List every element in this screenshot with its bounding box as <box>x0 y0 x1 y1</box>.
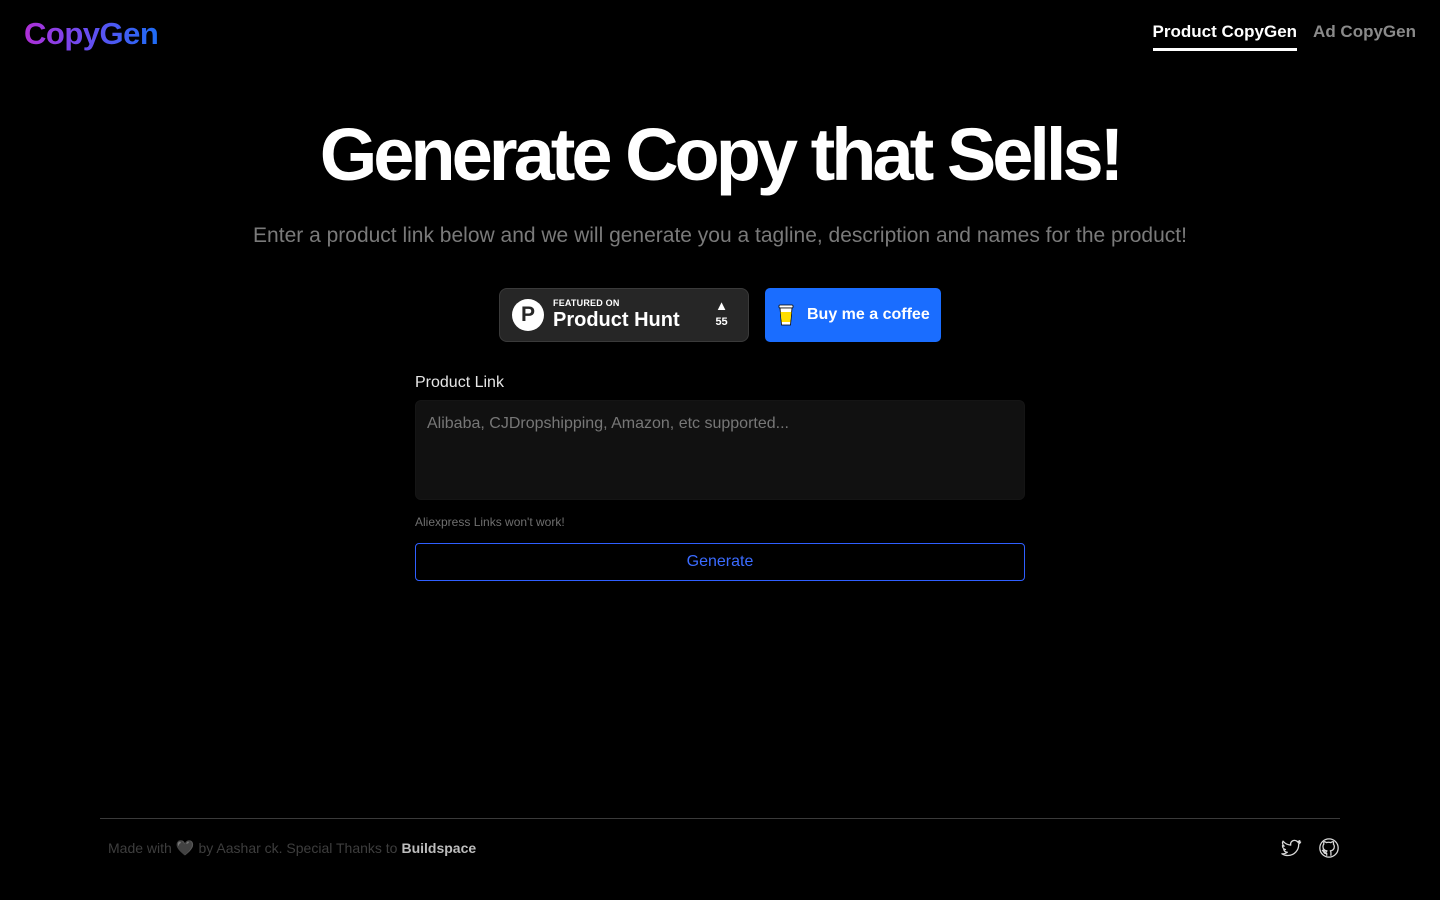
product-link-label: Product Link <box>415 374 504 391</box>
upvote-count: ▲ 55 <box>715 298 728 328</box>
tab-product-copygen[interactable]: Product CopyGen <box>1152 22 1298 51</box>
made-with-text: Made with <box>108 840 172 856</box>
generate-button[interactable]: Generate <box>415 543 1025 581</box>
product-form: Product Link Aliexpress Links won't work… <box>415 374 1025 581</box>
page-subtitle: Enter a product link below and we will g… <box>253 224 1187 247</box>
aliexpress-hint: Aliexpress Links won't work! <box>415 515 565 529</box>
page-title: Generate Copy that Sells! <box>319 113 1125 196</box>
badges-row: P FEATURED ON Product Hunt ▲ 55 Buy me a… <box>499 288 941 342</box>
product-hunt-logo-icon: P <box>512 299 544 331</box>
featured-on-label: FEATURED ON <box>553 298 620 308</box>
coffee-cup-icon <box>778 304 794 326</box>
heart-icon: 🖤 <box>175 840 195 857</box>
page: CopyGen Product CopyGen Ad CopyGen Gener… <box>0 0 1440 900</box>
coffee-label: Buy me a coffee <box>807 306 930 323</box>
buy-me-a-coffee-button[interactable]: Buy me a coffee <box>765 288 941 342</box>
product-link-input[interactable] <box>415 400 1025 500</box>
twitter-icon[interactable] <box>1280 837 1302 859</box>
vote-count: 55 <box>715 316 728 328</box>
logo[interactable]: CopyGen <box>24 16 159 52</box>
upvote-arrow-icon: ▲ <box>715 298 728 313</box>
footer-credit: Made with 🖤 by Aashar ck. Special Thanks… <box>108 839 476 857</box>
social-links <box>1280 837 1340 859</box>
product-hunt-badge[interactable]: P FEATURED ON Product Hunt ▲ 55 <box>499 288 749 342</box>
buildspace-link[interactable]: Buildspace <box>401 840 476 856</box>
product-hunt-label: Product Hunt <box>553 309 680 331</box>
tab-ad-copygen[interactable]: Ad CopyGen <box>1313 22 1416 51</box>
github-icon[interactable] <box>1318 837 1340 859</box>
product-hunt-text: FEATURED ON Product Hunt <box>553 298 680 332</box>
footer-divider <box>100 818 1340 819</box>
top-nav: Product CopyGen Ad CopyGen <box>1152 22 1416 51</box>
credit-text: by Aashar ck. Special Thanks to <box>198 840 398 856</box>
